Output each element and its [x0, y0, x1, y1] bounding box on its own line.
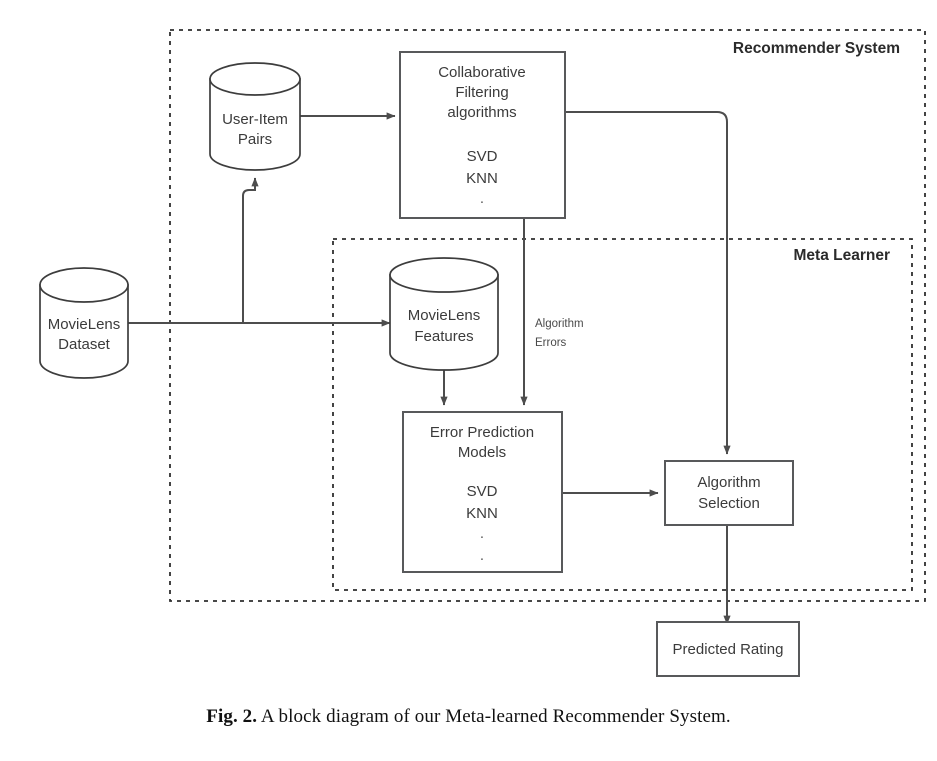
node-movielens-dataset-line1: MovieLens	[48, 316, 121, 333]
edge-label-algorithm-errors-line1: Algorithm	[535, 318, 584, 330]
node-error-prediction-models-ellipsis-1: .	[480, 525, 484, 542]
node-user-item-pairs-line2: Pairs	[238, 131, 272, 148]
node-predicted-rating[interactable]: Predicted Rating	[656, 621, 800, 677]
node-collaborative-filtering-line3: algorithms	[447, 104, 516, 121]
node-error-prediction-models-alg-knn: KNN	[466, 505, 498, 522]
edge-cf-to-algorithm-selection	[565, 111, 731, 455]
node-collaborative-filtering-line1: Collaborative	[438, 64, 526, 81]
node-algorithm-selection[interactable]: Algorithm Selection	[664, 460, 794, 526]
node-error-prediction-models-ellipsis-2: .	[480, 547, 484, 564]
container-meta-learner-label: Meta Learner	[794, 247, 890, 264]
node-user-item-pairs-line1: User-Item	[222, 111, 288, 128]
figure-caption-text: A block diagram of our Meta-learned Reco…	[260, 706, 731, 727]
node-collaborative-filtering-alg-knn: KNN	[466, 170, 498, 187]
node-movielens-dataset-line2: Dataset	[58, 336, 111, 353]
node-error-prediction-models-line1: Error Prediction	[430, 424, 534, 441]
figure-caption-number: Fig. 2.	[206, 706, 258, 727]
node-movielens-features-line2: Features	[414, 328, 473, 345]
edge-label-algorithm-errors-line2: Errors	[535, 337, 567, 349]
node-error-prediction-models-line2: Models	[458, 444, 506, 461]
container-recommender-system-label: Recommender System	[733, 40, 900, 57]
node-user-item-pairs[interactable]: User-Item Pairs	[209, 62, 301, 171]
node-movielens-features[interactable]: MovieLens Features	[389, 257, 499, 371]
block-diagram: Recommender System Meta Learner MovieLen…	[39, 29, 926, 677]
edge-dataset-to-user-item-pairs	[242, 177, 259, 323]
node-collaborative-filtering[interactable]: Collaborative Filtering algorithms SVD K…	[399, 51, 566, 219]
node-collaborative-filtering-line2: Filtering	[455, 84, 508, 101]
node-movielens-features-line1: MovieLens	[408, 307, 481, 324]
edge-label-algorithm-errors: Algorithm Errors	[535, 318, 584, 349]
node-collaborative-filtering-ellipsis: .	[480, 190, 484, 207]
node-error-prediction-models-alg-svd: SVD	[467, 483, 498, 500]
node-algorithm-selection-line2: Selection	[698, 495, 760, 512]
node-predicted-rating-label: Predicted Rating	[673, 641, 784, 658]
node-error-prediction-models[interactable]: Error Prediction Models SVD KNN . .	[402, 411, 563, 573]
figure-root: Recommender System Meta Learner MovieLen…	[0, 0, 937, 761]
node-movielens-dataset[interactable]: MovieLens Dataset	[39, 267, 129, 379]
node-algorithm-selection-line1: Algorithm	[697, 474, 760, 491]
figure-caption: Fig. 2. A block diagram of our Meta-lear…	[0, 706, 937, 728]
node-collaborative-filtering-alg-svd: SVD	[467, 148, 498, 165]
